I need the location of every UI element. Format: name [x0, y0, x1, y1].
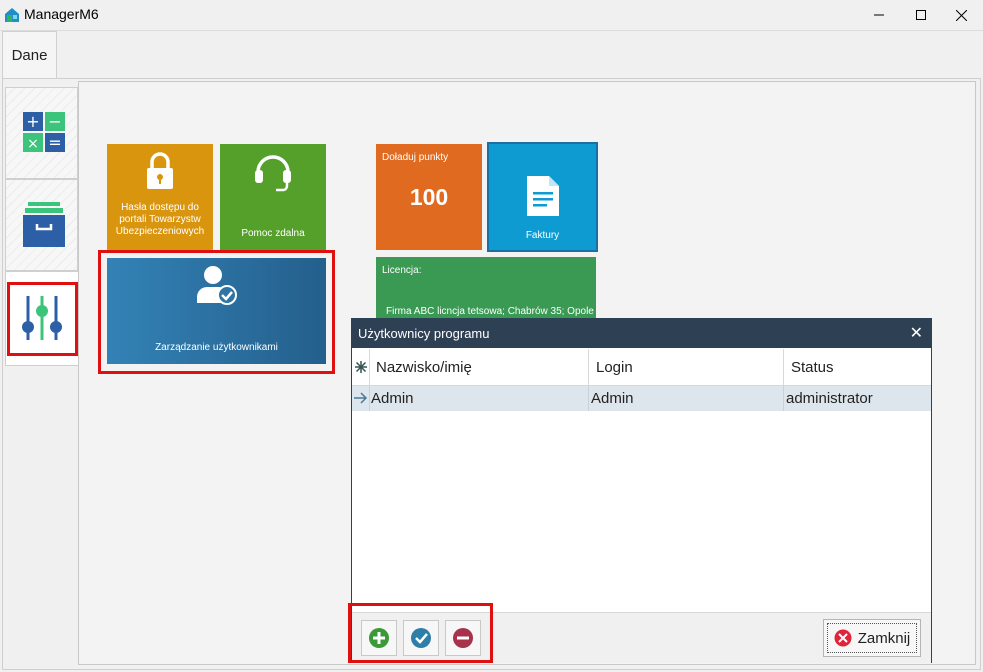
close-window-button[interactable]: [938, 0, 983, 30]
title-bar: ManagerM6: [0, 0, 983, 31]
tile-hasla[interactable]: Hasła dostępu do portali Towarzystw Ubez…: [107, 144, 213, 250]
license-text: Firma ABC licncja tetsowa; Chabrów 35; O…: [386, 306, 594, 317]
highlight-users-tile: [98, 250, 335, 374]
svg-text:−: −: [48, 112, 61, 131]
minimize-icon: [874, 14, 884, 16]
dialog-close-icon[interactable]: ✕: [910, 323, 923, 343]
headset-icon: [255, 155, 291, 192]
highlight-settings: [7, 282, 78, 356]
focus-rect: [827, 623, 917, 653]
highlight-action-buttons: [348, 603, 493, 663]
row-indicator-arrow-icon: [354, 392, 368, 404]
column-header-name[interactable]: Nazwisko/imię: [376, 359, 472, 376]
sidebar-archive-button[interactable]: [5, 179, 78, 271]
lock-icon: [147, 152, 173, 189]
tab-strip: [0, 31, 983, 79]
app-logo-icon: [5, 8, 19, 22]
close-icon: [955, 9, 967, 21]
table-row[interactable]: Admin Admin administrator: [352, 386, 931, 411]
tab-dane[interactable]: Dane: [2, 31, 57, 79]
archive-icon: [23, 202, 65, 247]
column-header-login[interactable]: Login: [596, 359, 633, 376]
cell-login: Admin: [591, 390, 634, 407]
minimize-button[interactable]: [856, 0, 902, 30]
tile-licencja[interactable]: Licencja: Firma ABC licncja tetsowa; Cha…: [376, 257, 596, 319]
dialog-title-bar: Użytkownicy programu ✕: [352, 319, 931, 348]
cell-status: administrator: [786, 390, 873, 407]
tab-label: Dane: [11, 47, 48, 64]
dialog-title: Użytkownicy programu: [358, 326, 490, 341]
tile-hasla-label: Hasła dostępu do portali Towarzystw Ubez…: [115, 202, 205, 237]
calculator-icon: + − × =: [23, 112, 65, 152]
tile-pomoc[interactable]: Pomoc zdalna: [220, 144, 326, 250]
cell-name: Admin: [371, 390, 414, 407]
grid-header: Nazwisko/imię Login Status: [352, 349, 931, 386]
window-title: ManagerM6: [24, 6, 99, 22]
tile-licencja-label: Licencja:: [382, 265, 422, 276]
points-value: 100: [409, 184, 449, 210]
svg-text:+: +: [26, 112, 39, 131]
document-icon: [527, 176, 559, 216]
sidebar-calculator-button[interactable]: + − × =: [5, 87, 78, 179]
close-dialog-button[interactable]: Zamknij: [823, 619, 921, 657]
new-row-icon: [355, 361, 367, 373]
maximize-icon: [916, 10, 926, 20]
tile-doladuj[interactable]: Doładuj punkty 100: [376, 144, 482, 250]
tile-pomoc-label: Pomoc zdalna: [241, 228, 305, 239]
svg-text:×: ×: [27, 136, 39, 152]
tile-faktury-label: Faktury: [525, 230, 560, 241]
users-grid: Nazwisko/imię Login Status Admin Admin a…: [352, 349, 931, 612]
column-header-status[interactable]: Status: [791, 359, 834, 376]
tile-faktury[interactable]: Faktury: [487, 142, 598, 252]
tile-doladuj-label: Doładuj punkty: [382, 152, 449, 163]
svg-text:=: =: [48, 133, 61, 152]
